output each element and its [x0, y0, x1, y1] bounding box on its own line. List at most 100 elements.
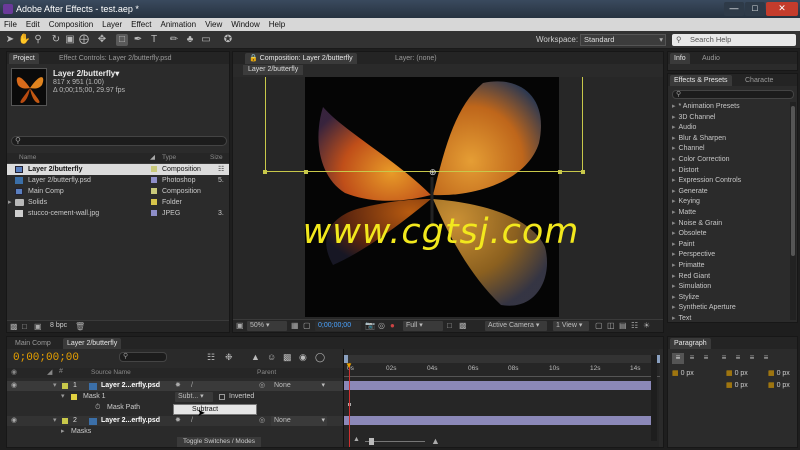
anchor-point-icon[interactable]: ⊕: [429, 167, 437, 178]
space-before-field[interactable]: ▦ 0 px: [726, 381, 748, 389]
timeline-search-input[interactable]: ⚲: [119, 352, 167, 362]
zoom-tool-icon[interactable]: ⚲: [32, 34, 44, 46]
align-right-icon[interactable]: ≡: [700, 353, 712, 364]
interpret-footage-icon[interactable]: ▩: [10, 322, 18, 331]
layer-label-swatch[interactable]: [62, 418, 68, 424]
tab-composition[interactable]: 🔒 Composition: Layer 2/butterfly: [245, 53, 357, 64]
toggle-switches-modes-button[interactable]: Toggle Switches / Modes: [177, 437, 261, 447]
effect-category-item[interactable]: ▸ Obsolete: [672, 229, 707, 240]
eye-icon[interactable]: ◉: [11, 416, 17, 426]
mask-path-row[interactable]: ⏱ Mask Path Subtract ➤: [7, 403, 343, 419]
effect-category-item[interactable]: ▸ Channel: [672, 144, 705, 155]
column-type[interactable]: Type: [162, 153, 176, 163]
mask-vertex-handle[interactable]: [304, 170, 308, 174]
align-left-icon[interactable]: ≡: [672, 353, 684, 364]
mask-vertex-handle[interactable]: [558, 170, 562, 174]
effect-category-item[interactable]: ▸ Distort: [672, 166, 699, 177]
close-button[interactable]: ✕: [766, 2, 798, 16]
menu-file[interactable]: File: [0, 18, 22, 31]
align-center-icon[interactable]: ≡: [686, 353, 698, 364]
new-folder-icon[interactable]: □: [22, 322, 27, 331]
column-parent[interactable]: Parent: [257, 368, 276, 378]
timeline-layer-row[interactable]: ◉ ▾ 2 Layer 2...erfly.psd ✸ / ◎ None ▾: [7, 416, 343, 426]
layer-label-swatch[interactable]: [62, 383, 68, 389]
effect-category-item[interactable]: ▸ Text: [672, 314, 691, 322]
timeline-icon[interactable]: ▤: [619, 321, 627, 330]
hide-shy-layers-icon[interactable]: ☺: [267, 352, 276, 362]
shy-switch-icon[interactable]: ✸: [175, 381, 181, 391]
column-name[interactable]: Name: [19, 153, 36, 163]
toggle-pixel-aspect-icon[interactable]: ▢: [595, 321, 603, 330]
eraser-tool-icon[interactable]: ▭: [200, 34, 212, 46]
mask-row[interactable]: ▾ Mask 1 Subt... ▾ Inverted: [7, 392, 343, 402]
eye-icon[interactable]: ◉: [11, 381, 17, 391]
effect-category-item[interactable]: ▸ Audio: [672, 123, 696, 134]
motion-blur-icon[interactable]: ◉: [299, 352, 307, 363]
effect-category-item[interactable]: ▸ Color Correction: [672, 155, 729, 166]
minimize-button[interactable]: —: [724, 2, 744, 16]
channels-icon[interactable]: ●: [390, 321, 395, 330]
timeline-timecode[interactable]: 0;00;00;00: [13, 352, 79, 364]
flowchart-icon[interactable]: ☷: [218, 164, 224, 175]
workspace-select[interactable]: Standard ▾: [580, 34, 666, 46]
effect-category-item[interactable]: ▸ Synthetic Aperture: [672, 303, 736, 314]
time-ruler[interactable]: 0s 02s 04s 06s 08s 10s 12s 14s: [344, 365, 660, 377]
project-item-row[interactable]: stucco-cement-wall.jpg JPEG 3.: [7, 208, 229, 219]
mask-mode-select[interactable]: Subt... ▾: [175, 392, 213, 402]
zoom-slider[interactable]: ▲ ▲: [353, 436, 453, 446]
mask-path-outline[interactable]: [265, 77, 583, 172]
snapshot-icon[interactable]: 📷: [365, 321, 375, 330]
work-area-bar[interactable]: [344, 355, 660, 363]
project-item-row[interactable]: ▸ Solids Folder: [7, 197, 229, 208]
project-item-row[interactable]: Main Comp Composition: [7, 186, 229, 197]
pen-tool-icon[interactable]: ✒: [132, 34, 144, 46]
hand-tool-icon[interactable]: ✋: [18, 34, 30, 46]
menu-effect[interactable]: Effect: [127, 18, 156, 31]
maximize-button[interactable]: □: [745, 2, 765, 16]
comp-subtab[interactable]: Layer 2/butterfly: [243, 65, 304, 75]
menu-animation[interactable]: Animation: [156, 18, 201, 31]
quality-switch-icon[interactable]: /: [191, 381, 193, 391]
puppet-tool-icon[interactable]: ✪: [222, 34, 234, 46]
clone-stamp-tool-icon[interactable]: ♣: [184, 34, 196, 46]
transparency-grid-icon[interactable]: ▩: [459, 321, 467, 330]
quality-switch-icon[interactable]: /: [191, 416, 193, 426]
project-search-input[interactable]: ⚲: [11, 136, 227, 146]
effect-category-item[interactable]: ▸ Red Giant: [672, 272, 710, 283]
camera-tool-icon[interactable]: ▣: [64, 34, 76, 46]
graph-editor-icon[interactable]: ◯: [315, 352, 325, 363]
menu-edit[interactable]: Edit: [22, 18, 45, 31]
stopwatch-icon[interactable]: ⏱: [95, 403, 100, 413]
effect-category-item[interactable]: ▸ Noise & Grain: [672, 219, 722, 230]
resolution-select[interactable]: Full ▾: [403, 321, 443, 331]
chevron-right-icon[interactable]: ▸: [8, 197, 12, 208]
shy-switch-icon[interactable]: ✸: [175, 416, 181, 426]
chevron-down-icon[interactable]: ▾: [53, 416, 57, 426]
effect-category-item[interactable]: ▸ Simulation: [672, 282, 711, 293]
tab-effect-controls[interactable]: Effect Controls: Layer 2/butterfly.psd: [55, 53, 176, 64]
pan-behind-tool-icon[interactable]: ⨁: [78, 34, 90, 46]
views-select[interactable]: 1 View ▾: [553, 321, 589, 331]
rectangle-mask-tool-icon[interactable]: □: [116, 34, 128, 46]
chevron-right-icon[interactable]: ▸: [61, 427, 65, 437]
flowchart-icon[interactable]: ☷: [631, 321, 638, 330]
layer-name[interactable]: Layer 2...erfly.psd: [101, 416, 160, 426]
show-snapshot-icon[interactable]: ◎: [378, 321, 385, 330]
tab-character[interactable]: Characte: [741, 75, 777, 86]
magnification-select[interactable]: 50% ▾: [247, 321, 287, 331]
justify-right-icon[interactable]: ≡: [746, 353, 758, 364]
tab-info[interactable]: Info: [670, 53, 690, 64]
mask-name[interactable]: Mask 1: [83, 392, 106, 402]
zoom-slider-thumb[interactable]: [369, 438, 374, 445]
project-item-row[interactable]: Layer 2/butterfly.psd Photoshop 5.: [7, 175, 229, 186]
pickwhip-icon[interactable]: ◎: [259, 416, 265, 426]
effects-scrollbar-thumb[interactable]: [791, 106, 795, 256]
tab-layer-butterfly[interactable]: Layer 2/butterfly: [63, 338, 122, 349]
timeline-scrollbar[interactable]: [651, 355, 657, 441]
selection-tool-icon[interactable]: ➤: [4, 34, 16, 46]
space-after-field[interactable]: ▦ 0 px: [768, 381, 790, 389]
tab-audio[interactable]: Audio: [698, 53, 724, 64]
region-of-interest-icon[interactable]: □: [447, 321, 452, 330]
timeline-layer-row[interactable]: ◉ ▾ 1 Layer 2...erfly.psd ✸ / ◎ None ▾: [7, 381, 343, 391]
current-time-indicator[interactable]: [349, 363, 350, 447]
